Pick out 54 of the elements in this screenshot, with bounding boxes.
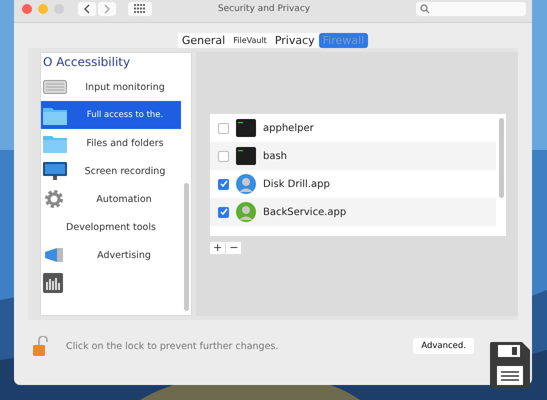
checkbox[interactable] — [218, 150, 229, 162]
tab[interactable]: Privacy — [270, 33, 319, 48]
search-field[interactable] — [416, 2, 526, 16]
app-row[interactable]: BackService.app — [210, 198, 496, 226]
app-name: BackService.app — [263, 206, 346, 218]
tab[interactable]: General — [178, 33, 230, 48]
back-button[interactable] — [78, 2, 96, 16]
keyboard-icon — [43, 80, 67, 94]
terminal-icon — [236, 147, 256, 165]
sidebar-item[interactable]: Full access to the. — [41, 101, 181, 129]
tab[interactable]: FileVault — [229, 33, 271, 48]
sidebar-item[interactable]: Automation — [41, 185, 181, 213]
sidebar-item[interactable]: Advertising — [41, 241, 181, 269]
sidebar-label: Screen recording — [84, 166, 166, 176]
lock-message: Click on the lock to prevent further changes. — [66, 340, 278, 352]
chart-icon — [43, 273, 63, 293]
sidebar-label: Input monitoring — [84, 82, 166, 92]
checkbox[interactable] — [218, 178, 229, 190]
app-row[interactable]: apphelper — [210, 114, 496, 142]
monitor-icon — [43, 162, 67, 180]
chevron-left-icon — [83, 4, 91, 14]
terminal-icon — [236, 119, 256, 137]
checkbox[interactable] — [218, 206, 229, 218]
window-title: Security and Privacy — [216, 4, 312, 14]
app-name: bash — [263, 150, 288, 162]
app-row[interactable]: bash — [210, 142, 496, 170]
folder-icon — [43, 106, 67, 124]
app-name: apphelper — [263, 122, 314, 134]
sidebar-item[interactable]: Input monitoring — [41, 73, 181, 101]
chevron-right-icon — [103, 4, 111, 14]
sidebar-item[interactable]: Development tools — [41, 213, 181, 241]
megaphone-icon — [43, 247, 65, 263]
folder-icon — [43, 134, 67, 152]
advanced-button[interactable]: Advanced. — [413, 338, 474, 354]
sidebar-label: Files and folders — [85, 138, 165, 148]
lock-icon — [32, 336, 48, 356]
list-button[interactable]: + — [210, 242, 226, 254]
app-name: Disk Drill.app — [263, 178, 330, 190]
sidebar-heading: O Accessibility — [42, 54, 132, 71]
sidebar-item[interactable]: Screen recording — [41, 157, 181, 185]
sidebar-item[interactable]: Files and folders — [41, 129, 181, 157]
grid-icon — [134, 4, 146, 14]
sidebar-label: Automation — [95, 194, 153, 204]
minimize-icon[interactable] — [38, 4, 48, 14]
sidebar-label: Full access to the. — [86, 110, 164, 120]
close-icon[interactable] — [22, 4, 32, 14]
checkbox[interactable] — [218, 122, 229, 134]
sidebar-label: Advertising — [96, 250, 152, 260]
gear-icon — [43, 188, 65, 210]
sidebar-label: Development tools — [65, 222, 157, 232]
search-icon — [420, 4, 430, 14]
list-button[interactable]: − — [226, 242, 242, 254]
app-row[interactable]: Disk Drill.app — [210, 170, 496, 198]
grid-button[interactable] — [128, 2, 152, 16]
